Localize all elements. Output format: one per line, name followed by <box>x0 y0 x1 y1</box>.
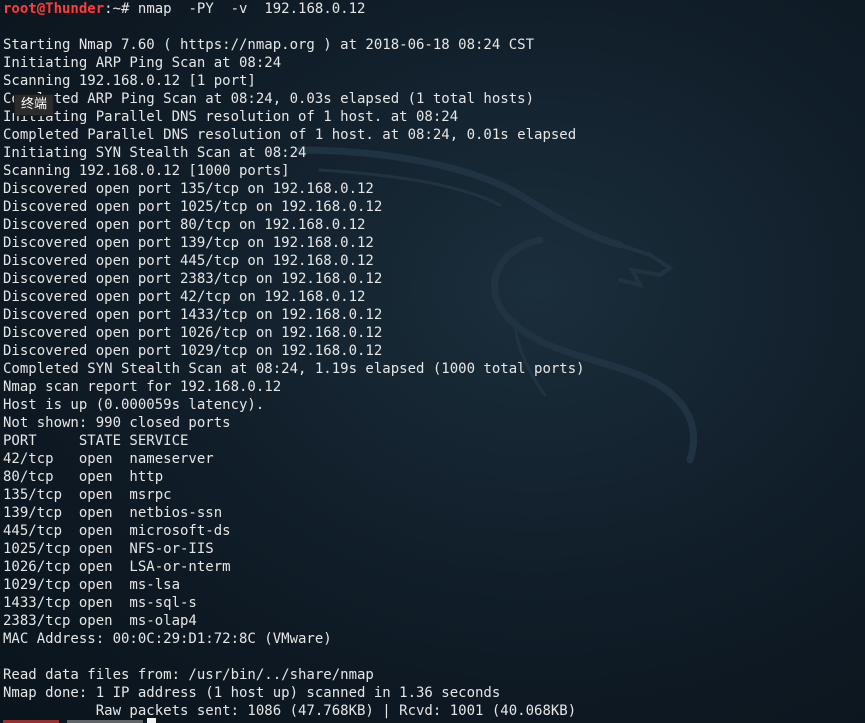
output-line: Read data files from: /usr/bin/../share/… <box>3 667 374 683</box>
terminal-window[interactable]: root@Thunder:~# nmap -PY -v 192.168.0.12… <box>0 0 865 723</box>
terminal-output: root@Thunder:~# nmap -PY -v 192.168.0.12… <box>3 0 585 720</box>
text-cursor <box>147 718 156 723</box>
prompt-line: root@Thunder:~# nmap -PY -v 192.168.0.12 <box>3 0 585 18</box>
output-line: Discovered open port 1025/tcp on 192.168… <box>3 199 383 215</box>
output-line: Completed ARP Ping Scan at 08:24, 0.03s … <box>3 91 535 107</box>
port-table-row: 1026/tcp open LSA-or-nterm <box>3 559 231 575</box>
prompt-path: ~# <box>112 1 138 17</box>
output-line: Completed SYN Stealth Scan at 08:24, 1.1… <box>3 361 585 377</box>
output-line: Discovered open port 139/tcp on 192.168.… <box>3 235 374 251</box>
output-line: Scanning 192.168.0.12 [1000 ports] <box>3 163 290 179</box>
output-line: Host is up (0.000059s latency). <box>3 397 265 413</box>
port-table-row: 1029/tcp open ms-lsa <box>3 577 181 593</box>
port-table-row: 1433/tcp open ms-sql-s <box>3 595 197 611</box>
output-line <box>3 18 585 36</box>
port-table-header: PORT STATE SERVICE <box>3 433 189 449</box>
output-line: Discovered open port 1433/tcp on 192.168… <box>3 307 383 323</box>
output-line: Not shown: 990 closed ports <box>3 415 231 431</box>
output-line: Discovered open port 2383/tcp on 192.168… <box>3 271 383 287</box>
port-table-row: 445/tcp open microsoft-ds <box>3 523 231 539</box>
terminal-tooltip: 终端 <box>14 94 55 116</box>
port-table-row: 1025/tcp open NFS-or-IIS <box>3 541 214 557</box>
output-line: Initiating ARP Ping Scan at 08:24 <box>3 55 282 71</box>
port-table-row: 2383/tcp open ms-olap4 <box>3 613 197 629</box>
port-table-row: 139/tcp open netbios-ssn <box>3 505 223 521</box>
output-line: Discovered open port 80/tcp on 192.168.0… <box>3 217 366 233</box>
output-line: Discovered open port 1026/tcp on 192.168… <box>3 325 383 341</box>
output-line: Discovered open port 1029/tcp on 192.168… <box>3 343 383 359</box>
next-prompt-line <box>3 716 143 723</box>
output-line: Discovered open port 42/tcp on 192.168.0… <box>3 289 366 305</box>
output-line: MAC Address: 00:0C:29:D1:72:8C (VMware) <box>3 631 332 647</box>
prompt-command: nmap -PY -v 192.168.0.12 <box>137 1 366 17</box>
output-line: Initiating Parallel DNS resolution of 1 … <box>3 109 459 125</box>
output-line: Nmap scan report for 192.168.0.12 <box>3 379 282 395</box>
port-table-row: 135/tcp open msrpc <box>3 487 172 503</box>
prompt-user: root@Thunder <box>3 1 105 17</box>
output-line <box>3 648 585 666</box>
output-line: Scanning 192.168.0.12 [1 port] <box>3 73 256 89</box>
output-line: Starting Nmap 7.60 ( https://nmap.org ) … <box>3 37 535 53</box>
port-table-row: 80/tcp open http <box>3 469 164 485</box>
output-line: Nmap done: 1 IP address (1 host up) scan… <box>3 685 501 701</box>
prompt-separator: : <box>104 1 113 17</box>
output-line: Discovered open port 445/tcp on 192.168.… <box>3 253 374 269</box>
output-line: Discovered open port 135/tcp on 192.168.… <box>3 181 374 197</box>
port-table-row: 42/tcp open nameserver <box>3 451 214 467</box>
output-line: Initiating SYN Stealth Scan at 08:24 <box>3 145 307 161</box>
output-line: Completed Parallel DNS resolution of 1 h… <box>3 127 577 143</box>
